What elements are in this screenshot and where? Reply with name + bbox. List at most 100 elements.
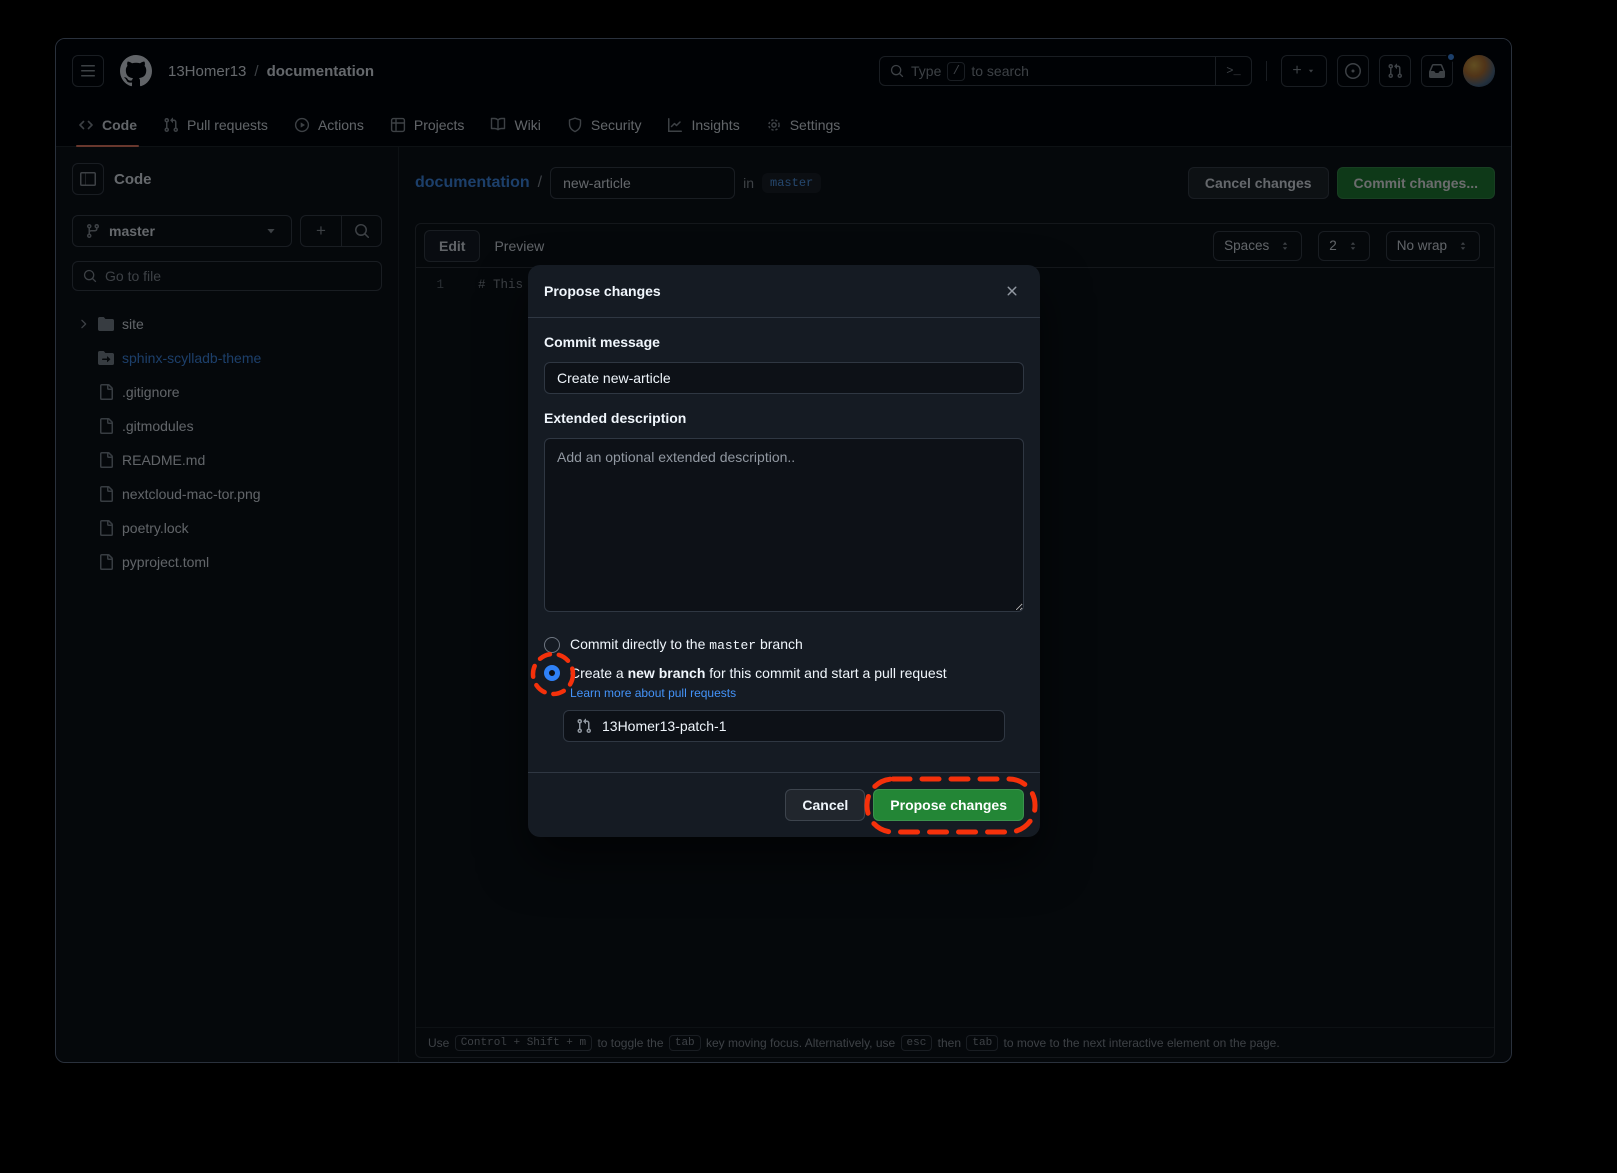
- table-icon: [390, 117, 406, 133]
- extended-description-label: Extended description: [544, 410, 1024, 430]
- commit-message-input[interactable]: [544, 362, 1024, 394]
- tab-settings[interactable]: Settings: [756, 103, 851, 146]
- line-number: 1: [416, 278, 444, 1027]
- code-icon: [78, 117, 94, 133]
- close-icon: [1004, 283, 1020, 299]
- code-line: # This: [478, 278, 523, 1027]
- branch-row: master +: [72, 215, 382, 247]
- tree-item-readme[interactable]: README.md: [72, 443, 382, 477]
- new-file-button[interactable]: +: [301, 216, 341, 246]
- close-button[interactable]: [1000, 279, 1024, 303]
- notifications-button[interactable]: [1421, 55, 1453, 87]
- kbd-esc: esc: [901, 1035, 933, 1051]
- pull-requests-button[interactable]: [1379, 55, 1411, 87]
- hamburger-icon: [80, 63, 96, 79]
- graph-icon: [667, 117, 683, 133]
- radio-checked[interactable]: [544, 665, 560, 681]
- editor-header: documentation / in master Cancel changes…: [415, 167, 1495, 199]
- pull-request-icon: [163, 117, 179, 133]
- cancel-button[interactable]: Cancel: [785, 789, 865, 821]
- tree-item-poetry-lock[interactable]: poetry.lock: [72, 511, 382, 545]
- caret-updown-icon: [1347, 240, 1359, 252]
- header-actions: Cancel changes Commit changes...: [1188, 167, 1495, 199]
- tab-insights[interactable]: Insights: [657, 103, 749, 146]
- filename-input[interactable]: [550, 167, 735, 199]
- breadcrumb-separator: /: [538, 174, 542, 192]
- file-icon: [98, 520, 122, 536]
- tab-pull-requests[interactable]: Pull requests: [153, 103, 278, 146]
- search-tree-button[interactable]: [341, 216, 381, 246]
- tab-edit[interactable]: Edit: [424, 230, 480, 262]
- radio-unchecked[interactable]: [544, 637, 560, 653]
- chevron-down-icon: [263, 223, 279, 239]
- editor-settings: Spaces 2 No wrap: [1213, 231, 1486, 261]
- chevron-right-icon: [76, 317, 98, 331]
- new-branch-name-input[interactable]: 13Homer13-patch-1: [563, 710, 1005, 742]
- user-avatar[interactable]: [1463, 55, 1495, 87]
- tree-item-gitignore[interactable]: .gitignore: [72, 375, 382, 409]
- top-navbar: 13Homer13 / documentation Type/to search…: [56, 39, 1511, 103]
- indent-size-select[interactable]: 2: [1318, 231, 1370, 261]
- git-branch-icon: [85, 223, 101, 239]
- in-label: in: [743, 175, 754, 191]
- sidebar-header: Code: [72, 163, 382, 195]
- tab-projects[interactable]: Projects: [380, 103, 475, 146]
- commit-directly-option[interactable]: Commit directly to the master branch: [544, 636, 1024, 653]
- learn-more-link[interactable]: Learn more about pull requests: [570, 686, 1024, 700]
- tab-preview[interactable]: Preview: [480, 230, 558, 262]
- modal-footer: Cancel Propose changes: [528, 772, 1040, 837]
- tab-code[interactable]: Code: [68, 103, 147, 146]
- tab-actions[interactable]: Actions: [284, 103, 374, 146]
- file-icon: [98, 486, 122, 502]
- repo-owner-link[interactable]: 13Homer13: [168, 63, 246, 80]
- search-icon: [890, 64, 904, 78]
- issues-button[interactable]: [1337, 55, 1369, 87]
- commit-message-label: Commit message: [544, 334, 1024, 354]
- tree-item-submodule[interactable]: sphinx-scylladb-theme: [72, 341, 382, 375]
- tree-item-gitmodules[interactable]: .gitmodules: [72, 409, 382, 443]
- tree-item-nextcloud-png[interactable]: nextcloud-mac-tor.png: [72, 477, 382, 511]
- file-icon: [98, 384, 122, 400]
- branch-selector[interactable]: master: [72, 215, 292, 247]
- indent-mode-select[interactable]: Spaces: [1213, 231, 1302, 261]
- pull-request-icon: [1387, 63, 1403, 79]
- modal-header: Propose changes: [528, 265, 1040, 318]
- propose-changes-button[interactable]: Propose changes: [873, 789, 1024, 821]
- github-mark-icon: [120, 55, 152, 87]
- collapse-sidebar-button[interactable]: [72, 163, 104, 195]
- github-logo[interactable]: [120, 55, 152, 87]
- cancel-changes-button[interactable]: Cancel changes: [1188, 167, 1329, 199]
- hamburger-menu-button[interactable]: [72, 55, 104, 87]
- kbd-tab: tab: [966, 1035, 998, 1051]
- tree-item-site[interactable]: site: [72, 307, 382, 341]
- navbar-divider: [1266, 61, 1267, 81]
- commit-changes-button[interactable]: Commit changes...: [1337, 167, 1495, 199]
- wrap-mode-select[interactable]: No wrap: [1386, 231, 1480, 261]
- go-to-file-input[interactable]: Go to file: [72, 261, 382, 291]
- shield-icon: [567, 117, 583, 133]
- command-palette-button[interactable]: >_: [1215, 57, 1251, 85]
- tree-actions: +: [300, 215, 382, 247]
- submodule-icon: [98, 350, 122, 366]
- file-tree: site sphinx-scylladb-theme .gitignore .g…: [72, 307, 382, 579]
- kbd-tab: tab: [669, 1035, 701, 1051]
- global-search[interactable]: Type/to search >_: [879, 56, 1252, 86]
- accessibility-hint-bar: Use Control + Shift + m to toggle the ta…: [416, 1027, 1494, 1057]
- search-icon: [83, 269, 97, 283]
- tab-wiki[interactable]: Wiki: [480, 103, 550, 146]
- breadcrumb-separator: /: [254, 63, 258, 80]
- repo-name-link[interactable]: documentation: [267, 63, 375, 80]
- plus-icon: +: [1292, 62, 1301, 80]
- tree-item-pyproject[interactable]: pyproject.toml: [72, 545, 382, 579]
- unread-notification-dot: [1446, 52, 1456, 62]
- caret-updown-icon: [1457, 240, 1469, 252]
- create-new-button[interactable]: +: [1281, 55, 1327, 87]
- create-branch-option[interactable]: Create a new branch for this commit and …: [544, 665, 1024, 681]
- tab-security[interactable]: Security: [557, 103, 652, 146]
- file-breadcrumb: documentation / in master: [415, 167, 821, 199]
- breadcrumb-repo-link[interactable]: documentation: [415, 174, 530, 192]
- modal-body: Commit message Extended description Comm…: [528, 318, 1040, 772]
- extended-description-textarea[interactable]: [544, 438, 1024, 612]
- file-tree-sidebar: Code master + Go to file: [56, 147, 399, 1062]
- create-branch-label: Create a new branch for this commit and …: [570, 665, 947, 681]
